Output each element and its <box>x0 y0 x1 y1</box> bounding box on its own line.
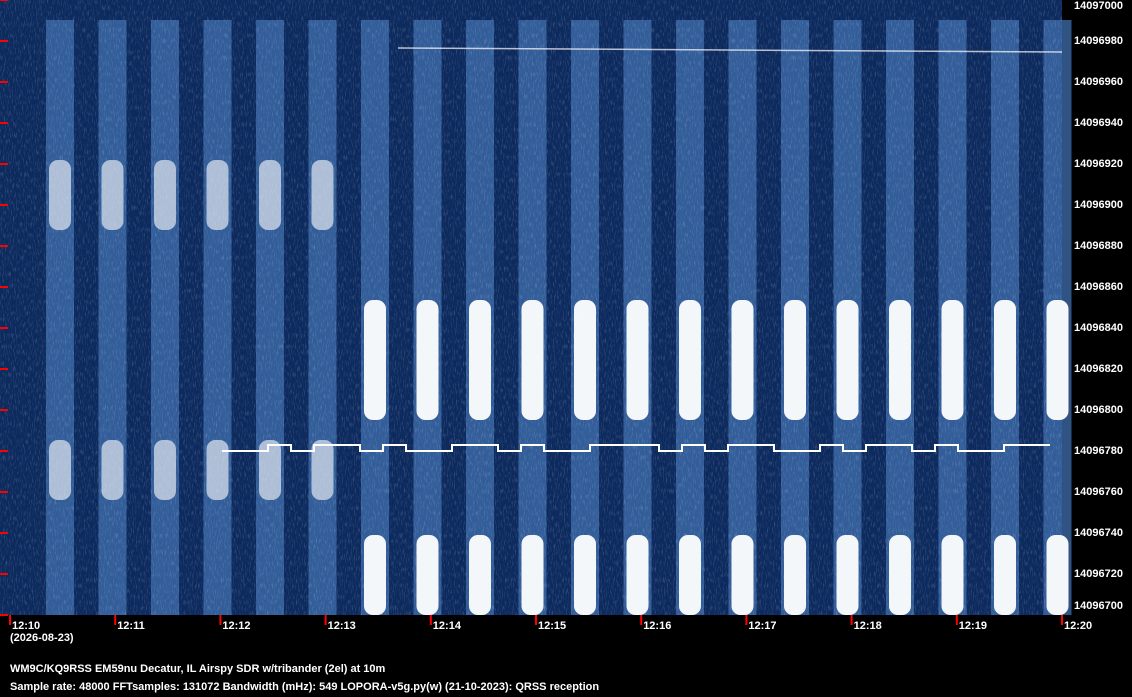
x-tick-label: 12:19 <box>958 620 987 632</box>
y-tick-label: 14096980 <box>1074 35 1123 47</box>
y-tick-label: 14096740 <box>1074 527 1123 539</box>
y-tick-label: 14096840 <box>1074 322 1123 334</box>
parameters-info: Sample rate: 48000 FFTsamples: 131072 Ba… <box>10 681 600 693</box>
noise-overlay <box>0 0 1062 615</box>
y-tick-label: 14096800 <box>1074 404 1123 416</box>
y-tick-label: 14096780 <box>1074 445 1123 457</box>
y-tick-label: 14096700 <box>1074 600 1123 612</box>
date-label: (2026-08-23) <box>10 632 74 644</box>
y-tick-label: 14096940 <box>1074 117 1123 129</box>
y-tick-label: 14096900 <box>1074 199 1123 211</box>
x-tick-label: 12:14 <box>432 620 461 632</box>
x-tick-label: 12:10 <box>12 620 41 632</box>
x-tick-label: 12:17 <box>748 620 777 632</box>
y-tick-label: 14096960 <box>1074 76 1123 88</box>
y-tick-label: 14096820 <box>1074 363 1123 375</box>
x-tick-label: 12:13 <box>327 620 356 632</box>
x-tick-label: 12:15 <box>538 620 567 632</box>
y-tick-label: 14097000 <box>1074 0 1123 12</box>
y-tick-label: 14096920 <box>1074 158 1123 170</box>
x-tick-label: 12:11 <box>117 620 145 632</box>
y-tick-label: 14096760 <box>1074 486 1123 498</box>
x-tick-label: 12:16 <box>643 620 672 632</box>
y-tick-label: 14096880 <box>1074 240 1123 252</box>
x-tick-label: 12:20 <box>1064 620 1093 632</box>
y-tick-label: 14096720 <box>1074 568 1123 580</box>
station-info: WM9C/KQ9RSS EM59nu Decatur, IL Airspy SD… <box>10 663 386 675</box>
waterfall-plot <box>0 0 1072 625</box>
x-tick-label: 12:12 <box>222 620 251 632</box>
y-tick-label: 14096860 <box>1074 281 1123 293</box>
x-tick-label: 12:18 <box>853 620 882 632</box>
